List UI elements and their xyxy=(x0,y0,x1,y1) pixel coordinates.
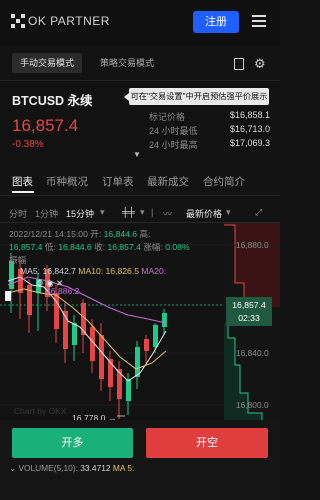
candle-type-caret-icon: ▾ xyxy=(140,207,145,217)
current-price-tag: 16,857.4 02:33 xyxy=(226,297,272,326)
tab-coin-overview[interactable]: 币种概况 xyxy=(46,174,88,189)
candle xyxy=(72,323,77,345)
manual-trading-mode-tab[interactable]: 手动交易模式 xyxy=(12,53,83,73)
divider xyxy=(0,80,280,81)
price-source-caret-icon: ▾ xyxy=(226,207,231,217)
candle xyxy=(54,293,59,329)
stat-label-mark-price: 标记价格 xyxy=(149,112,186,122)
candle xyxy=(162,313,167,327)
candle xyxy=(126,379,131,401)
current-price-value: 16,857.4 xyxy=(232,300,266,310)
ma-values-line: MA5: 16,842.7 MA10: 16,826.5 MA20: xyxy=(20,266,167,276)
stat-label-24h-low: 24 小时最低 xyxy=(149,126,198,136)
interval-1m-button[interactable]: 1分钟 xyxy=(35,207,58,220)
chevron-down-icon[interactable]: ⌄ xyxy=(9,463,16,473)
document-icon[interactable] xyxy=(234,58,244,70)
price-source-dropdown[interactable]: 最新价格 xyxy=(186,207,222,220)
toolbar-divider: | xyxy=(151,207,154,217)
open-long-button[interactable]: 开多 xyxy=(12,428,133,458)
chart-watermark: Chart by OKX xyxy=(14,406,67,416)
okx-logo-icon xyxy=(11,14,25,28)
candle xyxy=(135,347,140,377)
ma20-value: 16,886.2 xyxy=(46,286,80,296)
liquidation-price-tooltip: 可在"交易设置"中开启预估强平价展示 xyxy=(124,88,269,105)
candle-amplitude-label: 振幅 xyxy=(9,255,27,265)
fullscreen-icon[interactable]: ⤢ xyxy=(255,207,262,218)
candle-info-line1: 2022/12/21 14:15:00 开: 16,844.6 高: xyxy=(9,229,151,239)
stat-value-24h-low: $16,713.0 xyxy=(229,124,270,134)
candle xyxy=(153,325,158,347)
divider xyxy=(0,195,280,196)
ma10-value: 16,826.5 xyxy=(105,266,139,276)
candle-high: 16,857.4 xyxy=(9,242,43,252)
interval-dropdown-caret-icon: ▾ xyxy=(100,207,105,217)
volume-value: 33.4712 xyxy=(80,463,111,473)
volume-indicator-line: ⌄ VOLUME(5,10): 33.4712 MA 5: xyxy=(9,463,135,473)
tab-latest-trades[interactable]: 最新成交 xyxy=(147,174,189,189)
price-scale-label: 16,840.0 xyxy=(236,348,269,358)
crosshair-marker xyxy=(5,291,11,301)
active-tab-indicator xyxy=(12,191,34,193)
candle-type-icon[interactable]: ╪╪ xyxy=(122,207,135,217)
price-change-percent: -0.38% xyxy=(12,139,44,150)
settings-gear-icon[interactable]: ⚙ xyxy=(36,278,44,288)
indicator-line-icon[interactable]: 〰 xyxy=(163,207,172,220)
tab-order-book[interactable]: 订单表 xyxy=(102,174,134,189)
candle xyxy=(99,335,104,379)
candle xyxy=(144,339,149,351)
interval-15m-dropdown[interactable]: 15分钟 xyxy=(66,207,94,220)
settings-gear-icon[interactable]: ⚙ xyxy=(254,56,266,72)
candle-info-line2: 16,857.4 低: 16,844.6 收: 16,857.4 涨幅: 0.0… xyxy=(9,242,190,252)
stat-value-24h-high: $17,069.3 xyxy=(229,138,270,148)
candle-change: 0.08% xyxy=(165,242,190,252)
price-scale-label: 16,880.0 xyxy=(236,240,269,250)
hamburger-menu-icon[interactable] xyxy=(252,15,266,27)
candle-open: 16,844.6 xyxy=(103,229,138,239)
candle xyxy=(117,369,122,399)
candle-low: 16,844.6 xyxy=(58,242,92,252)
app-logo[interactable]: OK PARTNER xyxy=(11,14,110,28)
last-price: 16,857.4 xyxy=(12,116,79,135)
tab-contract-info[interactable]: 合约简介 xyxy=(203,174,245,189)
open-short-button[interactable]: 开空 xyxy=(146,428,268,458)
tab-chart[interactable]: 图表 xyxy=(12,174,33,189)
price-scale-label: 16,800.0 xyxy=(236,400,269,410)
ma5-value: 16,842.7 xyxy=(42,266,76,276)
register-button[interactable]: 注册 xyxy=(193,11,239,33)
logo-text: OK PARTNER xyxy=(28,14,110,28)
stat-value-mark-price: $16,858.1 xyxy=(229,110,270,120)
expand-chevron-down-icon[interactable]: ▼ xyxy=(133,150,141,159)
strategy-trading-mode-tab[interactable]: 策略交易模式 xyxy=(92,53,162,73)
candle-datetime: 2022/12/21 14:15:00 xyxy=(9,229,88,239)
candle-close: 16,857.4 xyxy=(107,242,141,252)
trading-pair-title[interactable]: BTCUSD 永续 xyxy=(12,90,93,109)
stat-label-24h-high: 24 小时最高 xyxy=(149,140,198,150)
candle-countdown: 02:33 xyxy=(238,313,260,323)
timeshare-button[interactable]: 分时 xyxy=(9,207,27,220)
